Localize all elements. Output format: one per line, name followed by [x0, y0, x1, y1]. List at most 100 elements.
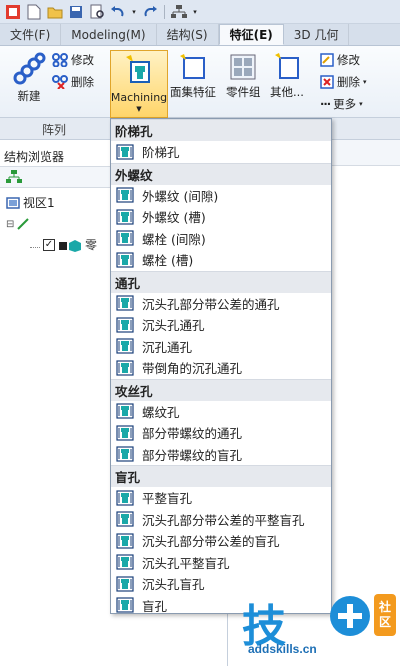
tab-feature[interactable]: 特征(E) [218, 24, 284, 45]
surface-feature-icon [180, 54, 205, 79]
print-preview-icon[interactable] [88, 3, 106, 21]
tab-modeling[interactable]: Modeling(M) [61, 24, 157, 45]
modify-button[interactable]: 修改 [52, 52, 94, 68]
tapped-hole-icon [116, 403, 134, 419]
menu-item-label: 盲孔 [142, 598, 168, 614]
viewport-icon [6, 196, 20, 209]
tree-structure-icon[interactable] [6, 170, 22, 187]
app-icon[interactable] [4, 3, 22, 21]
new-button[interactable]: 新建 [12, 52, 46, 104]
tapped-hole-icon [116, 446, 134, 462]
tab-3d-geometry[interactable]: 3D 几何 [284, 24, 350, 45]
blind-hole-icon [116, 597, 134, 613]
surface-feature-label: 面集特征 [170, 85, 216, 99]
more-button[interactable]: ··· 更多 ▾ [320, 96, 363, 112]
chevron-down-icon: ▾ [363, 78, 367, 86]
through-hole-icon [116, 338, 134, 354]
customize-dropdown-icon[interactable]: ▾ [191, 3, 199, 21]
quick-access-toolbar: ▾ ▾ [0, 0, 400, 24]
menu-item[interactable]: 沉头孔部分带公差的通孔 [111, 293, 331, 315]
through-hole-icon [116, 295, 134, 311]
menu-item[interactable]: 沉头孔部分带公差的盲孔 [111, 530, 331, 552]
menu-item-label: 沉头孔平整盲孔 [142, 555, 230, 571]
blind-hole-icon [116, 533, 134, 549]
delete2-button[interactable]: 删除 ▾ [320, 74, 367, 90]
delete-button[interactable]: 删除 [52, 74, 94, 90]
menu-item-label: 部分带螺纹的通孔 [142, 426, 243, 442]
tree-item-root[interactable]: ⊟ [6, 218, 30, 230]
delete-chain-icon [52, 75, 68, 89]
menu-item[interactable]: 平整盲孔 [111, 487, 331, 509]
modify-feature-icon [320, 53, 334, 67]
menu-item-label: 螺纹孔 [142, 404, 180, 420]
menu-item[interactable]: 沉头孔通孔 [111, 314, 331, 336]
menu-item[interactable]: 阶梯孔 [111, 141, 331, 163]
menu-section-header: 阶梯孔 [111, 119, 331, 141]
machining-dropdown-menu: 阶梯孔 阶梯孔 外螺纹 外螺纹 (间隙) 外螺纹 (槽) 螺栓 (间隙) 螺栓 (槽) 通孔沉… [110, 118, 332, 614]
menu-item[interactable]: 螺栓 (间隙) [111, 228, 331, 250]
other-feature-icon [274, 53, 299, 79]
modify-label: 修改 [71, 53, 94, 67]
blind-hole-icon [116, 554, 134, 570]
community-badge: 社 区 [374, 594, 396, 636]
menu-item[interactable]: 带倒角的沉孔通孔 [111, 357, 331, 379]
thread-icon [116, 252, 134, 268]
machining-hole-icon [126, 55, 150, 83]
menu-item[interactable]: 螺栓 (槽) [111, 249, 331, 271]
blind-hole-icon [116, 511, 134, 527]
new-label: 新建 [17, 89, 41, 103]
menu-item[interactable]: 部分带螺纹的通孔 [111, 422, 331, 444]
menu-item[interactable]: 沉孔通孔 [111, 336, 331, 358]
ribbon-panel: 新建 修改 删除 面集特征 零件组 其他... 修改 删除 ▾ ··· 更多 ▾ [0, 46, 400, 118]
menu-item-label: 外螺纹 (间隙) [142, 188, 219, 204]
part-group-icon [230, 54, 256, 80]
menu-item[interactable]: 沉头孔平整盲孔 [111, 552, 331, 574]
menu-item-label: 沉头孔部分带公差的通孔 [142, 296, 280, 312]
surface-feature-button[interactable]: 面集特征 [170, 52, 216, 100]
menu-item[interactable]: 部分带螺纹的盲孔 [111, 444, 331, 466]
line-icon [17, 218, 30, 230]
menu-item[interactable]: 沉头孔部分带公差的平整盲孔 [111, 509, 331, 531]
visibility-checkbox[interactable]: ✓ [43, 238, 55, 251]
menu-item-label: 沉头孔盲孔 [142, 577, 205, 593]
more-dots-icon: ··· [320, 97, 331, 111]
menu-section-header: 外螺纹 [111, 162, 331, 185]
save-icon[interactable] [67, 3, 85, 21]
tree-item-part[interactable]: ✓ 零 [30, 236, 97, 253]
menu-section-header: 盲孔 [111, 465, 331, 487]
menu-item-label: 螺栓 (槽) [142, 253, 194, 269]
part-group-button[interactable]: 零件组 [226, 52, 261, 100]
tab-structure[interactable]: 结构(S) [157, 24, 219, 45]
part-icon [59, 239, 81, 252]
redo-icon[interactable] [141, 3, 159, 21]
tab-file[interactable]: 文件(F) [0, 24, 62, 45]
tree-collapse-icon[interactable]: ⊟ [6, 219, 14, 230]
menu-item[interactable]: 螺纹孔 [111, 401, 331, 423]
tree-item-view[interactable]: 视区1 [6, 194, 55, 211]
part-group-label: 零件组 [226, 85, 261, 99]
plus-circle-icon [330, 596, 370, 636]
modify2-button[interactable]: 修改 [320, 52, 360, 68]
undo-dropdown-icon[interactable]: ▾ [130, 3, 138, 21]
hole-stepped-icon [116, 144, 134, 160]
machining-button[interactable]: Machining ▼ [110, 50, 168, 118]
menu-item[interactable]: 外螺纹 (间隙) [111, 185, 331, 207]
toolbar-separator [164, 4, 165, 19]
other-label: 其他... [270, 85, 304, 99]
modify2-label: 修改 [337, 53, 360, 67]
menu-item-label: 外螺纹 (槽) [142, 210, 206, 226]
blind-hole-icon [116, 490, 134, 506]
watermark-url: addskills.cn [248, 642, 317, 656]
thread-icon [116, 209, 134, 225]
new-file-icon[interactable] [25, 3, 43, 21]
delete2-label: 删除 [337, 75, 360, 89]
menu-item[interactable]: 外螺纹 (槽) [111, 206, 331, 228]
view-label: 视区1 [23, 196, 55, 210]
other-button[interactable]: 其他... [270, 52, 304, 100]
menu-item-label: 部分带螺纹的盲孔 [142, 447, 243, 463]
chevron-down-icon: ▾ [359, 100, 363, 108]
network-icon[interactable] [170, 3, 188, 21]
open-folder-icon[interactable] [46, 3, 64, 21]
through-hole-icon [116, 317, 134, 333]
undo-icon[interactable] [109, 3, 127, 21]
